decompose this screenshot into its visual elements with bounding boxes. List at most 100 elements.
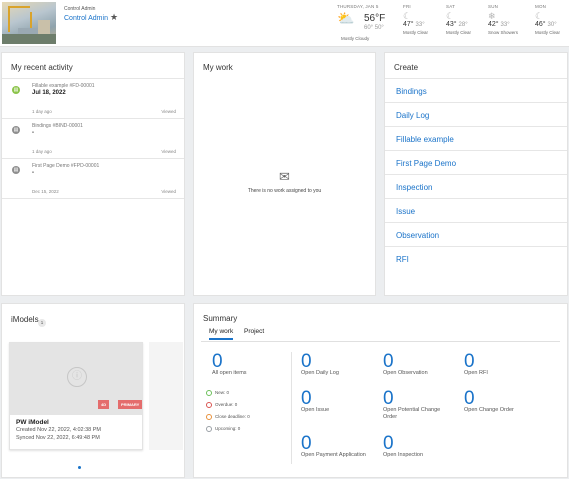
imodel-name: PW iModel	[16, 419, 49, 426]
recent-activity-card: My recent activity ▤ Fillable example #F…	[1, 52, 185, 296]
imodel-placeholder-icon: ⓘ	[67, 367, 87, 387]
stat-change-order-count[interactable]: 0	[464, 389, 475, 408]
create-link-observation[interactable]: Observation	[385, 223, 567, 247]
forecast-day: FRI	[403, 4, 411, 9]
stat-inspection-label: Open Inspection	[383, 452, 424, 458]
weather-day-1: FRI ☾ 47° 33° Mostly Clear	[403, 4, 428, 35]
stat-daily-log-label: Open Daily Log	[301, 370, 339, 376]
weather-today: THURSDAY, JAN 5 ⛅ 56°F 60° 50° Mostly Cl…	[337, 4, 393, 44]
moon-cloud-icon: ☾	[446, 11, 455, 21]
forecast-hi: 46°	[535, 21, 546, 28]
form-icon: ▤	[12, 166, 20, 174]
summary-card: Summary My work Project 0 All open items…	[193, 303, 568, 478]
create-link-daily-log[interactable]: Daily Log	[385, 103, 567, 127]
legend-overdue-label: Overdue: 0	[215, 402, 238, 408]
next-imodel-peek	[149, 342, 183, 450]
summary-title: Summary	[203, 314, 238, 323]
imodels-title: iModels	[11, 315, 39, 324]
activity-time: Dec 15, 2022	[32, 189, 59, 194]
forecast-day: SAT	[446, 4, 456, 9]
imodel-tile[interactable]: ⓘ 4D PRIMARY PW iModel Created Nov 22, 2…	[9, 342, 143, 450]
imodel-created: Created Nov 22, 2022, 4:02:38 PM	[16, 427, 101, 433]
stat-payment-app-count[interactable]: 0	[301, 434, 312, 453]
all-open-label: All open items	[212, 370, 247, 376]
activity-type: Bindings #BIND-00001	[32, 123, 83, 129]
project-thumbnail[interactable]	[2, 2, 56, 44]
tab-my-work[interactable]: My work	[209, 328, 234, 340]
legend-close-deadline: Close deadline: 0	[206, 414, 250, 420]
tab-project[interactable]: Project	[244, 328, 264, 335]
activity-item[interactable]: ▤ First Page Demo #FPD-00001 - Dec 15, 2…	[2, 159, 184, 199]
my-work-empty-state: ✉ There is no work assigned to you	[194, 169, 375, 195]
create-card: Create Bindings Daily Log Fillable examp…	[384, 52, 568, 296]
summary-divider	[291, 352, 292, 464]
create-link-inspection[interactable]: Inspection	[385, 175, 567, 199]
activity-status: Viewed	[161, 189, 176, 194]
legend-upcoming-label: Upcoming: 0	[215, 426, 241, 432]
legend-close-deadline-label: Close deadline: 0	[215, 414, 250, 420]
stat-pco-count[interactable]: 0	[383, 389, 394, 408]
stat-rfi-count[interactable]: 0	[464, 352, 475, 371]
activity-time: 1 day ago	[32, 109, 52, 114]
create-link-bindings[interactable]: Bindings	[385, 79, 567, 103]
create-link-first-page-demo[interactable]: First Page Demo	[385, 151, 567, 175]
recent-activity-title: My recent activity	[2, 53, 184, 79]
org-name: Control Admin	[64, 6, 96, 12]
stat-pco-label: Open Potential Change Order	[383, 407, 441, 420]
activity-status: Viewed	[161, 109, 176, 114]
legend-upcoming: Upcoming: 0	[206, 426, 240, 432]
forecast-lo: 33°	[500, 22, 510, 28]
legend-overdue: Overdue: 0	[206, 402, 237, 408]
forecast-cond: Mostly Clear	[446, 30, 472, 35]
project-header: Control Admin Control Admin ★ THURSDAY, …	[0, 0, 569, 47]
imodels-count-badge: 1	[38, 319, 46, 327]
stat-inspection-count[interactable]: 0	[383, 434, 394, 453]
forecast-cond: Snow Showers	[488, 30, 519, 35]
forecast-cond: Mostly Clear	[403, 30, 429, 35]
activity-item[interactable]: ▤ Bindings #BIND-00001 - 1 day ago Viewe…	[2, 119, 184, 159]
form-icon: ▤	[12, 86, 20, 94]
forecast-lo: 30°	[547, 22, 557, 28]
moon-cloud-icon: ☾	[535, 11, 544, 21]
stat-rfi-label: Open RFI	[464, 370, 488, 376]
carousel-dot[interactable]	[78, 466, 81, 469]
all-open-count: 0	[212, 351, 223, 372]
forecast-cond: Mostly Clear	[535, 30, 561, 35]
badge-4d: 4D	[98, 400, 110, 409]
activity-type: Fillable example #FD-00001	[32, 83, 95, 89]
legend-new-label: New: 0	[215, 390, 230, 396]
my-work-title: My work	[203, 63, 233, 72]
stat-observation-label: Open Observation	[383, 370, 428, 376]
weather-day-4: MON ☾ 46° 30° Mostly Clear	[535, 4, 560, 35]
inbox-icon: ✉	[279, 169, 290, 184]
form-icon: ▤	[12, 126, 20, 134]
create-link-issue[interactable]: Issue	[385, 199, 567, 223]
stat-observation-count[interactable]: 0	[383, 352, 394, 371]
my-work-card: My work ✉ There is no work assigned to y…	[193, 52, 376, 296]
stat-daily-log-count[interactable]: 0	[301, 352, 312, 371]
forecast-hi: 42°	[488, 21, 499, 28]
forecast-day: MON	[535, 4, 547, 9]
forecast-lo: 28°	[458, 22, 468, 28]
stat-payment-app-label: Open Payment Application	[301, 452, 366, 458]
activity-status: Viewed	[161, 149, 176, 154]
weather-day-2: SAT ☾ 43° 28° Mostly Clear	[446, 4, 471, 35]
weather-today-temp: 56°F	[364, 13, 386, 24]
stat-issue-count[interactable]: 0	[301, 389, 312, 408]
create-link-rfi[interactable]: RFI	[385, 247, 567, 271]
imodels-card: iModels 1 ⓘ 4D PRIMARY PW iModel Created…	[1, 303, 185, 478]
tab-underline	[201, 341, 560, 342]
imodel-thumbnail: ⓘ 4D PRIMARY	[10, 343, 143, 415]
stat-change-order-label: Open Change Order	[464, 407, 514, 413]
weather-today-hilo: 60° 50°	[364, 25, 384, 31]
activity-type: First Page Demo #FPD-00001	[32, 163, 100, 169]
project-name[interactable]: Control Admin	[64, 15, 108, 22]
forecast-day: SUN	[488, 4, 499, 9]
stat-issue-label: Open Issue	[301, 407, 330, 413]
moon-cloud-icon: ☾	[403, 11, 412, 21]
create-link-fillable-example[interactable]: Fillable example	[385, 127, 567, 151]
activity-item[interactable]: ▤ Fillable example #FD-00001 Jul 18, 202…	[2, 79, 184, 119]
favorite-star-icon[interactable]: ★	[110, 12, 118, 23]
forecast-hi: 47°	[403, 21, 414, 28]
weather-today-cond: Mostly Cloudy	[341, 36, 370, 41]
